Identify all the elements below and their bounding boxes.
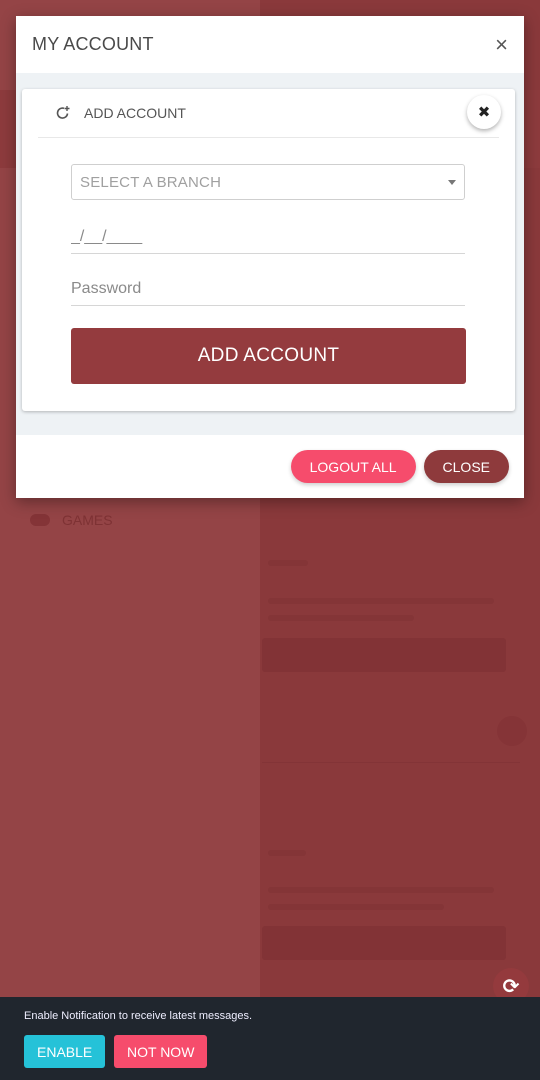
sidebar-item-label: GAMES	[62, 512, 113, 528]
close-icon[interactable]: ×	[495, 33, 508, 56]
background-bar	[262, 926, 506, 960]
branch-select[interactable]: SELECT A BRANCH	[71, 164, 465, 200]
background-divider	[262, 762, 520, 763]
background-text	[268, 887, 494, 893]
gamepad-icon	[30, 514, 50, 526]
branch-select-placeholder: SELECT A BRANCH	[80, 173, 222, 191]
card-title: ADD ACCOUNT	[84, 105, 186, 121]
enable-notifications-button[interactable]: ENABLE	[24, 1035, 106, 1068]
sidebar-item-games: GAMES	[30, 512, 113, 528]
background-text	[268, 598, 494, 604]
not-now-button[interactable]: NOT NOW	[114, 1035, 208, 1068]
modal-body: ADD ACCOUNT ✖ SELECT A BRANCH ADD ACCOUN…	[16, 73, 524, 435]
add-account-button[interactable]: ADD ACCOUNT	[71, 328, 466, 384]
notification-bar: Enable Notification to receive latest me…	[0, 997, 540, 1080]
refresh-plus-icon	[56, 106, 70, 119]
modal-footer: LOGOUT ALL CLOSE	[16, 435, 524, 498]
logout-all-button[interactable]: LOGOUT ALL	[290, 450, 416, 483]
refresh-icon: ⟳	[502, 975, 520, 998]
modal-header: MY ACCOUNT ×	[16, 16, 524, 73]
background-text	[268, 560, 308, 566]
caret-down-icon	[448, 179, 456, 185]
background-bar	[262, 638, 506, 672]
modal-title: MY ACCOUNT	[32, 34, 154, 54]
card-header: ADD ACCOUNT	[38, 89, 499, 138]
close-button[interactable]: CLOSE	[423, 450, 509, 483]
date-field[interactable]	[71, 221, 465, 254]
background-text	[268, 850, 306, 856]
add-account-card: ADD ACCOUNT ✖ SELECT A BRANCH ADD ACCOUN…	[22, 89, 515, 411]
password-field[interactable]	[71, 273, 465, 306]
notification-message: Enable Notification to receive latest me…	[24, 1010, 253, 1022]
close-icon: ✖	[477, 104, 491, 121]
background-circle	[497, 716, 527, 746]
card-close-button[interactable]: ✖	[467, 95, 501, 129]
my-account-modal: MY ACCOUNT × ADD ACCOUNT ✖ SELECT A BRAN…	[16, 16, 524, 498]
background-text	[268, 904, 444, 910]
background-text	[268, 615, 414, 621]
